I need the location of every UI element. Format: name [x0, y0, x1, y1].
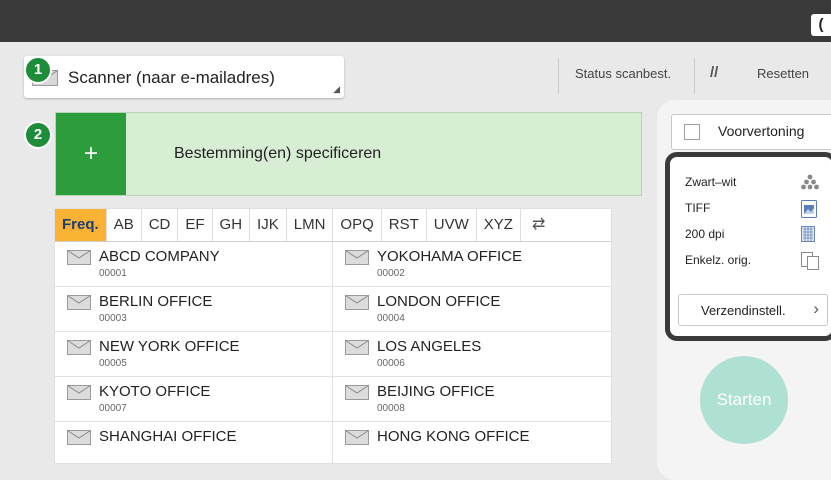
tab-rst[interactable]: RST	[382, 209, 427, 241]
destination-entry[interactable]: BERLIN OFFICE 00003	[55, 287, 333, 332]
tab-cd[interactable]: CD	[142, 209, 179, 241]
preview-label: Voorvertoning	[718, 123, 805, 139]
destination-number: 00006	[377, 358, 405, 369]
tab-lmn[interactable]: LMN	[287, 209, 334, 241]
top-bar: (	[0, 0, 831, 42]
preview-toggle[interactable]: Voorvertoning	[671, 114, 831, 150]
destination-name: KYOTO OFFICE	[99, 383, 211, 400]
setting-resolution[interactable]: 200 dpi	[670, 221, 831, 247]
function-label: Scanner (naar e-mailadres)	[68, 68, 275, 87]
divider	[694, 58, 695, 94]
destination-number: 00002	[377, 268, 405, 279]
tab-uvw[interactable]: UVW	[427, 209, 477, 241]
tab-gh[interactable]: GH	[213, 209, 251, 241]
specify-destination-button[interactable]: + Bestemming(en) specificeren	[55, 112, 642, 196]
dropdown-corner-icon: ◢	[333, 84, 340, 94]
destination-entry[interactable]: SHANGHAI OFFICE	[55, 422, 333, 463]
setting-original[interactable]: Enkelz. orig.	[670, 247, 831, 273]
destination-entry[interactable]: LONDON OFFICE 00004	[333, 287, 611, 332]
resolution-label: 200 dpi	[685, 227, 725, 241]
destination-label: Bestemming(en) specificeren	[174, 145, 382, 162]
original-type-label: Enkelz. orig.	[685, 253, 752, 267]
status-scan-button[interactable]: Status scanbest.	[575, 66, 671, 81]
destination-number: 00003	[99, 313, 127, 324]
color-mode-label: Zwart–wit	[685, 175, 737, 189]
top-right-button[interactable]: (	[811, 14, 831, 36]
preview-checkbox[interactable]	[684, 124, 700, 140]
send-settings-button[interactable]: Verzendinstell. ›	[678, 294, 828, 326]
destination-name: NEW YORK OFFICE	[99, 338, 240, 355]
resolution-icon	[801, 226, 815, 247]
single-sided-icon	[801, 252, 819, 275]
destination-name: BERLIN OFFICE	[99, 293, 213, 310]
send-settings-label: Verzendinstell.	[701, 303, 786, 318]
envelope-icon	[345, 295, 369, 315]
destination-name: LONDON OFFICE	[377, 293, 501, 310]
destination-name: HONG KONG OFFICE	[377, 428, 530, 445]
destination-name: BEIJING OFFICE	[377, 383, 495, 400]
destination-number: 00008	[377, 403, 405, 414]
destination-number: 00004	[377, 313, 405, 324]
divider	[558, 58, 559, 94]
switch-tabs-icon[interactable]: ⇄	[521, 209, 556, 241]
destination-entry[interactable]: HONG KONG OFFICE	[333, 422, 611, 463]
destination-name: YOKOHAMA OFFICE	[377, 248, 523, 265]
destination-entry[interactable]: KYOTO OFFICE 00007	[55, 377, 333, 422]
index-tabs: Freq. AB CD EF GH IJK LMN OPQ RST UVW XY…	[55, 209, 611, 242]
tab-ab[interactable]: AB	[107, 209, 142, 241]
envelope-icon	[345, 250, 369, 270]
color-mode-icon	[801, 174, 819, 195]
destination-number: 00007	[99, 403, 127, 414]
envelope-icon	[345, 385, 369, 405]
setting-format[interactable]: TIFF	[670, 195, 831, 221]
destination-name: LOS ANGELES	[377, 338, 482, 355]
destination-entry[interactable]: YOKOHAMA OFFICE 00002	[333, 242, 611, 287]
tab-freq[interactable]: Freq.	[55, 209, 107, 241]
envelope-icon	[345, 430, 369, 450]
file-format-label: TIFF	[685, 201, 711, 215]
reset-icon[interactable]: //	[710, 64, 718, 81]
scan-settings-box: Zwart–wit TIFF 200 dpi Enkelz. orig. Ver…	[665, 152, 831, 341]
reset-button[interactable]: Resetten	[757, 66, 809, 81]
destination-entry[interactable]: ABCD COMPANY 00001	[55, 242, 333, 287]
envelope-icon	[67, 295, 91, 315]
callout-badge-1: 1	[24, 56, 52, 84]
tab-xyz[interactable]: XYZ	[477, 209, 521, 241]
function-selector[interactable]: Scanner (naar e-mailadres) ◢	[24, 56, 344, 98]
tab-ef[interactable]: EF	[178, 209, 213, 241]
file-type-icon	[801, 200, 817, 223]
envelope-icon	[67, 385, 91, 405]
envelope-icon	[67, 340, 91, 360]
destination-entry[interactable]: LOS ANGELES 00006	[333, 332, 611, 377]
destination-entry[interactable]: BEIJING OFFICE 00008	[333, 377, 611, 422]
envelope-icon	[67, 430, 91, 450]
destination-list: ABCD COMPANY 00001 YOKOHAMA OFFICE 00002…	[55, 242, 611, 463]
destination-entry[interactable]: NEW YORK OFFICE 00005	[55, 332, 333, 377]
destination-number: 00001	[99, 268, 127, 279]
address-book: Freq. AB CD EF GH IJK LMN OPQ RST UVW XY…	[55, 209, 611, 463]
destination-number: 00005	[99, 358, 127, 369]
envelope-icon	[67, 250, 91, 270]
tab-ijk[interactable]: IJK	[250, 209, 287, 241]
destination-name: ABCD COMPANY	[99, 248, 220, 265]
setting-color[interactable]: Zwart–wit	[670, 169, 831, 195]
start-button[interactable]: Starten	[700, 356, 788, 444]
tab-opq[interactable]: OPQ	[333, 209, 382, 241]
envelope-icon	[345, 340, 369, 360]
callout-badge-2: 2	[24, 121, 52, 149]
plus-icon: +	[56, 113, 126, 195]
destination-name: SHANGHAI OFFICE	[99, 428, 237, 445]
chevron-right-icon: ›	[813, 299, 819, 318]
